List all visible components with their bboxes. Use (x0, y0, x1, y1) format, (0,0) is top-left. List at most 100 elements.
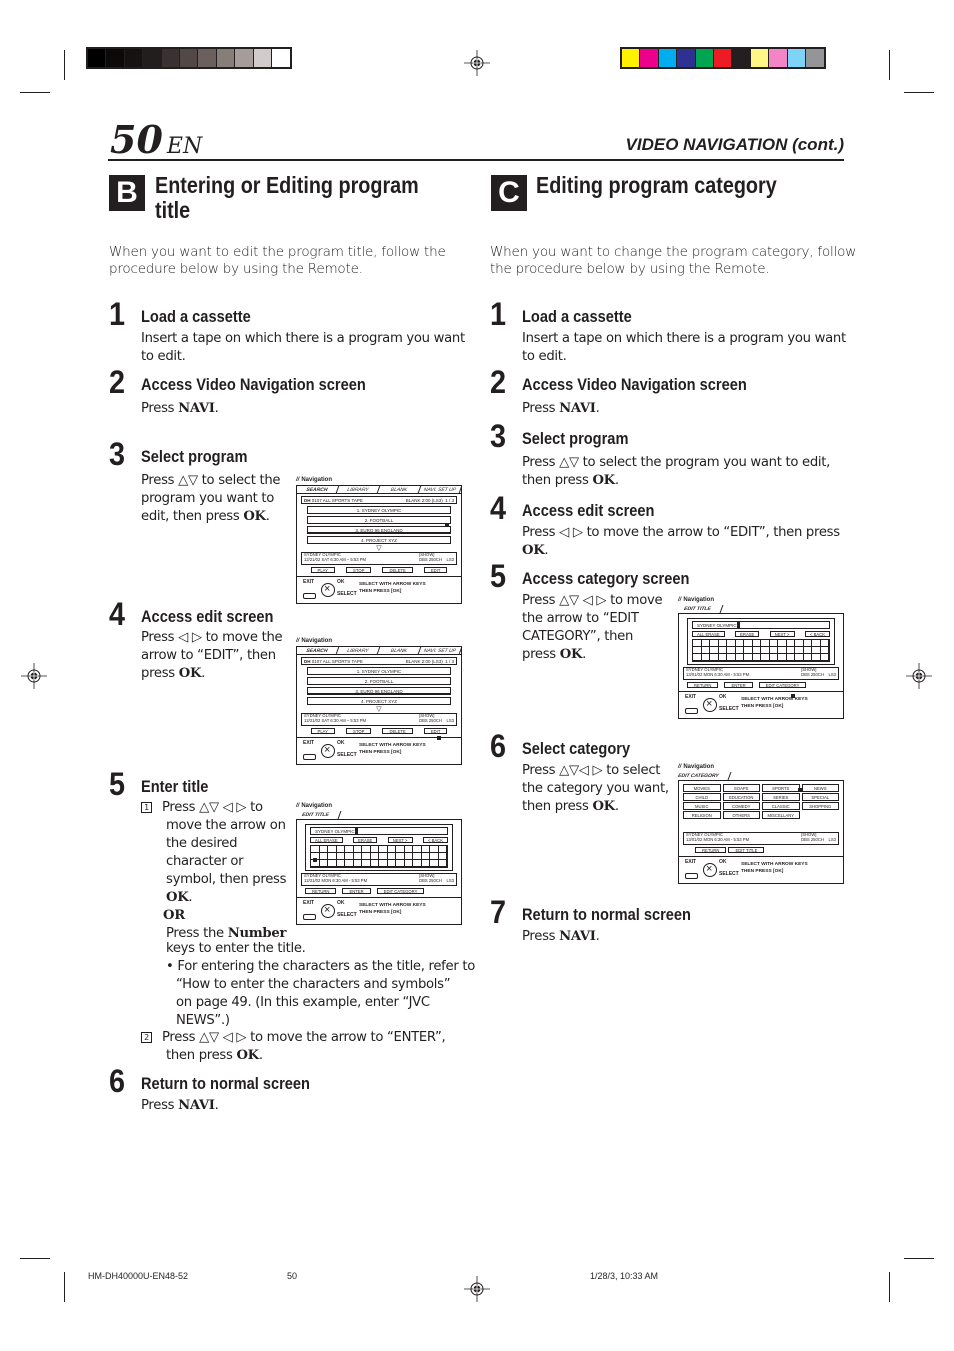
character-cell[interactable] (744, 654, 753, 661)
character-cell[interactable] (413, 846, 422, 853)
character-cell[interactable] (421, 860, 430, 867)
character-cell[interactable] (421, 853, 430, 860)
character-cell[interactable] (421, 846, 430, 853)
character-cell[interactable] (795, 654, 804, 661)
scroll-down-icon[interactable]: ▽ (297, 545, 461, 552)
character-cell[interactable] (718, 654, 727, 661)
character-cell[interactable] (701, 654, 710, 661)
play-button[interactable]: PLAY (310, 728, 335, 734)
character-cell[interactable] (778, 640, 787, 647)
character-cell[interactable] (353, 860, 362, 867)
character-cell[interactable] (328, 860, 337, 867)
program-list-item[interactable]: 3. EURO 96 ENGLAND (307, 526, 451, 534)
character-cell[interactable] (336, 846, 345, 853)
return-button[interactable]: RETURN (695, 847, 727, 853)
all-erase-button[interactable]: ALL ERASE (310, 837, 343, 843)
edit-button[interactable]: EDIT (423, 567, 448, 573)
character-cell[interactable] (396, 853, 405, 860)
character-cell[interactable] (353, 853, 362, 860)
character-cell[interactable] (786, 654, 795, 661)
character-cell[interactable] (761, 640, 770, 647)
category-button[interactable]: EDUCATION (722, 793, 760, 801)
character-cell[interactable] (752, 647, 761, 654)
character-cell[interactable] (379, 860, 388, 867)
character-cell[interactable] (387, 860, 396, 867)
back-button[interactable]: < BACK (804, 631, 830, 637)
program-list-item[interactable]: 2. FOOTBALL (307, 677, 451, 685)
character-cell[interactable] (769, 640, 778, 647)
category-button[interactable]: CHILD (683, 793, 721, 801)
character-cell[interactable] (311, 846, 320, 853)
character-cell[interactable] (803, 647, 812, 654)
character-cell[interactable] (693, 647, 702, 654)
enter-button[interactable]: ENTER (342, 888, 371, 894)
next-button[interactable]: NEXT > (387, 837, 413, 843)
category-button[interactable]: CLASSIC (762, 802, 800, 810)
character-cell[interactable] (812, 654, 821, 661)
character-cell[interactable] (803, 654, 812, 661)
character-cell[interactable] (735, 647, 744, 654)
character-cell[interactable] (387, 846, 396, 853)
return-button[interactable]: RETURN (687, 682, 719, 688)
character-cell[interactable] (438, 860, 447, 867)
character-cell[interactable] (701, 647, 710, 654)
delete-button[interactable]: DELETE (382, 567, 413, 573)
character-cell[interactable] (336, 860, 345, 867)
program-list-item[interactable]: 1. SYDNEY OLYMPIC (307, 506, 451, 514)
edit-category-button[interactable]: EDIT CATEGORY (376, 888, 425, 894)
character-cell[interactable] (786, 647, 795, 654)
character-cell[interactable] (710, 640, 719, 647)
character-cell[interactable] (430, 860, 439, 867)
character-cell[interactable] (438, 853, 447, 860)
character-cell[interactable] (345, 853, 354, 860)
character-cell[interactable] (769, 647, 778, 654)
character-cell[interactable] (430, 853, 439, 860)
character-cell[interactable] (778, 654, 787, 661)
back-button[interactable]: < BACK (422, 837, 448, 843)
character-cell[interactable] (727, 640, 736, 647)
character-cell[interactable] (345, 860, 354, 867)
character-cell[interactable] (735, 640, 744, 647)
erase-button[interactable]: ERASE (353, 837, 378, 843)
category-button[interactable]: NEWS (801, 784, 839, 792)
character-cell[interactable] (812, 640, 821, 647)
program-list-item[interactable]: 3. EURO 96 ENGLAND (307, 687, 451, 695)
edit-title-button[interactable]: EDIT TITLE (728, 847, 765, 853)
character-cell[interactable] (795, 640, 804, 647)
character-cell[interactable] (820, 640, 829, 647)
character-cell[interactable] (438, 846, 447, 853)
character-cell[interactable] (413, 860, 422, 867)
enter-button[interactable]: ENTER (724, 682, 753, 688)
tab-edit-title[interactable]: EDIT TITLE (300, 811, 342, 819)
character-cell[interactable] (718, 647, 727, 654)
character-cell[interactable] (769, 654, 778, 661)
character-cell[interactable] (430, 846, 439, 853)
character-cell[interactable] (353, 846, 362, 853)
character-cell[interactable] (820, 647, 829, 654)
edit-category-button[interactable]: EDIT CATEGORY (758, 682, 807, 688)
category-button[interactable]: RELIGION (683, 811, 721, 819)
tab-search[interactable]: SEARCH (295, 647, 340, 654)
character-cell[interactable] (803, 640, 812, 647)
all-erase-button[interactable]: ALL ERASE (692, 631, 725, 637)
character-grid[interactable] (310, 845, 448, 868)
character-cell[interactable] (744, 640, 753, 647)
stop-button[interactable]: STOP (346, 728, 372, 734)
next-button[interactable]: NEXT > (769, 631, 795, 637)
character-cell[interactable] (370, 860, 379, 867)
character-cell[interactable] (786, 640, 795, 647)
character-cell[interactable] (379, 853, 388, 860)
character-cell[interactable] (387, 853, 396, 860)
character-cell[interactable] (404, 860, 413, 867)
character-cell[interactable] (319, 846, 328, 853)
scroll-down-icon[interactable]: ▽ (297, 706, 461, 713)
character-cell[interactable] (752, 640, 761, 647)
delete-button[interactable]: DELETE (382, 728, 413, 734)
character-cell[interactable] (370, 846, 379, 853)
character-cell[interactable] (761, 654, 770, 661)
tab-library[interactable]: LIBRARY (336, 647, 381, 654)
stop-button[interactable]: STOP (346, 567, 372, 573)
character-cell[interactable] (396, 860, 405, 867)
play-button[interactable]: PLAY (310, 567, 335, 573)
character-cell[interactable] (710, 647, 719, 654)
